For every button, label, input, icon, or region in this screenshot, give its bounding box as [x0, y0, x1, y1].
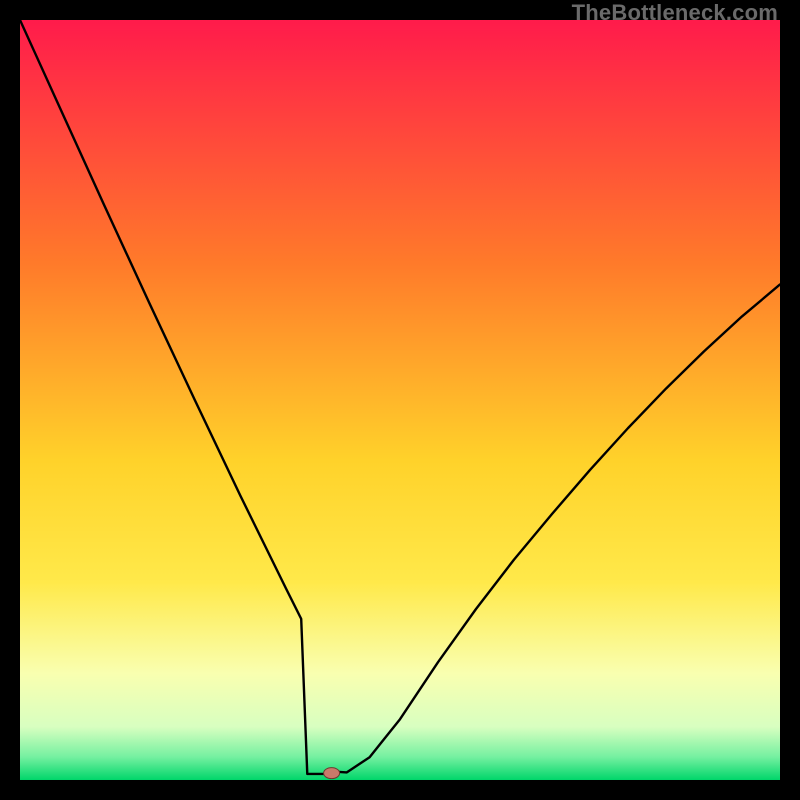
watermark-text: TheBottleneck.com [572, 0, 778, 26]
minimum-marker [324, 768, 340, 779]
chart-frame [20, 20, 780, 780]
bottleneck-plot [20, 20, 780, 780]
gradient-background [20, 20, 780, 780]
